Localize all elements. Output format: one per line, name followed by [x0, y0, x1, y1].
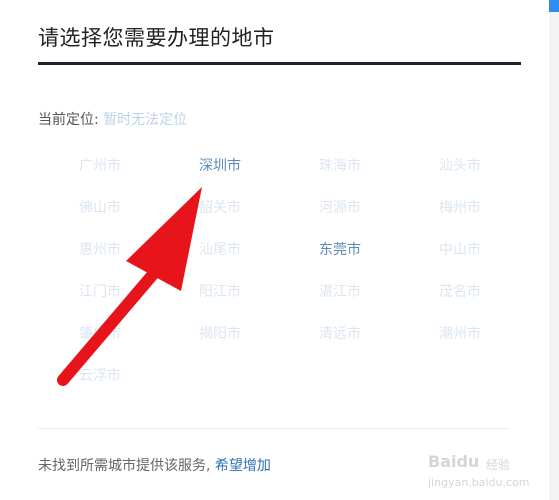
- watermark-brand: Baidu: [428, 452, 480, 471]
- watermark-sub: 经验: [486, 458, 511, 472]
- arrow-shaft: [57, 266, 161, 386]
- red-arrow-annotation: [57, 187, 202, 386]
- baidu-watermark: Baidu 经验 jingyan.baidu.com: [428, 448, 553, 496]
- arrow-head: [126, 187, 202, 291]
- watermark-url: jingyan.baidu.com: [428, 476, 530, 489]
